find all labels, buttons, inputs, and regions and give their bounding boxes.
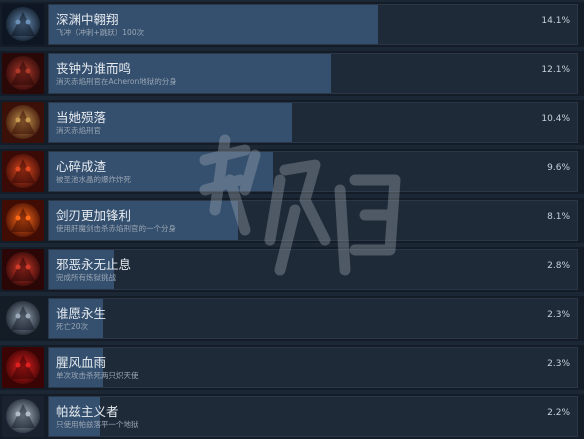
achievement-description: 被圣池水晶的爆炸炸死 bbox=[56, 175, 131, 184]
achievement-title: 邪恶永无止息 bbox=[56, 257, 132, 272]
achievement-title: 当她殒落 bbox=[56, 110, 107, 125]
horned-skull-icon bbox=[2, 298, 44, 339]
achievement-description: 只使用帕兹落平一个地狱 bbox=[56, 420, 139, 429]
unlock-percentage: 2.3% bbox=[547, 359, 570, 369]
achievement-row[interactable]: 腥风血雨 单次攻击杀死两只炽天使 2.3% bbox=[0, 345, 584, 390]
achievement-title: 剑刃更加锋利 bbox=[56, 208, 132, 223]
pazuzu-head-icon bbox=[2, 396, 44, 437]
achievement-description: 飞冲（冲刺+跳跃）100次 bbox=[56, 28, 145, 37]
progress-track bbox=[48, 102, 578, 143]
achievement-description: 死亡20次 bbox=[56, 322, 89, 331]
achievement-row[interactable]: 当她殒落 消灭赤焰刑官 10.4% bbox=[0, 100, 584, 145]
unlock-percentage: 9.6% bbox=[547, 163, 570, 173]
progress-track bbox=[48, 298, 578, 339]
achievement-row[interactable]: 丧钟为谁而鸣 消灭赤焰刑官在Acheron地狱的分身 12.1% bbox=[0, 51, 584, 96]
achievement-description: 消灭赤焰刑官在Acheron地狱的分身 bbox=[56, 77, 177, 86]
achievement-title: 心碎成渣 bbox=[56, 159, 107, 174]
unlock-percentage: 2.3% bbox=[547, 310, 570, 320]
achievement-row[interactable]: 深渊中翱翔 飞冲（冲刺+跳跃）100次 14.1% bbox=[0, 2, 584, 47]
sword-icon bbox=[2, 200, 44, 241]
achievement-title: 腥风血雨 bbox=[56, 355, 107, 370]
achievement-title: 丧钟为谁而鸣 bbox=[56, 61, 132, 76]
unlock-percentage: 8.1% bbox=[547, 212, 570, 222]
achievement-description: 单次攻击杀死两只炽天使 bbox=[56, 371, 139, 380]
achievement-row[interactable]: 邪恶永无止息 完成所有炼狱挑战 2.8% bbox=[0, 247, 584, 292]
unlock-percentage: 10.4% bbox=[541, 114, 570, 124]
progress-track bbox=[48, 4, 578, 45]
shattered-heart-icon bbox=[2, 151, 44, 192]
progress-track bbox=[48, 347, 578, 388]
progress-track bbox=[48, 396, 578, 437]
achievement-description: 使用肝魔剑击杀赤焰刑官的一个分身 bbox=[56, 224, 176, 233]
achievement-title: 谁愿永生 bbox=[56, 306, 107, 321]
achievement-list: 深渊中翱翔 飞冲（冲刺+跳跃）100次 14.1% 丧钟为谁而鸣 消灭赤焰刑官在… bbox=[0, 0, 584, 439]
dark-angel-icon bbox=[2, 4, 44, 45]
unlock-percentage: 2.8% bbox=[547, 261, 570, 271]
achievement-row[interactable]: 谁愿永生 死亡20次 2.3% bbox=[0, 296, 584, 341]
achievement-title: 帕兹主义者 bbox=[56, 404, 119, 419]
blood-rain-icon bbox=[2, 347, 44, 388]
skull-icon bbox=[2, 249, 44, 290]
demon-twins-icon bbox=[2, 53, 44, 94]
achievement-title: 深渊中翱翔 bbox=[56, 12, 119, 27]
achievement-description: 消灭赤焰刑官 bbox=[56, 126, 101, 135]
progress-track bbox=[48, 151, 578, 192]
unlock-percentage: 2.2% bbox=[547, 408, 570, 418]
achievement-description: 完成所有炼狱挑战 bbox=[56, 273, 116, 282]
achievement-row[interactable]: 心碎成渣 被圣池水晶的爆炸炸死 9.6% bbox=[0, 149, 584, 194]
winged-demon-icon bbox=[2, 102, 44, 143]
achievement-row[interactable]: 剑刃更加锋利 使用肝魔剑击杀赤焰刑官的一个分身 8.1% bbox=[0, 198, 584, 243]
achievement-row[interactable]: 帕兹主义者 只使用帕兹落平一个地狱 2.2% bbox=[0, 394, 584, 439]
unlock-percentage: 12.1% bbox=[541, 65, 570, 75]
unlock-percentage: 14.1% bbox=[541, 16, 570, 26]
